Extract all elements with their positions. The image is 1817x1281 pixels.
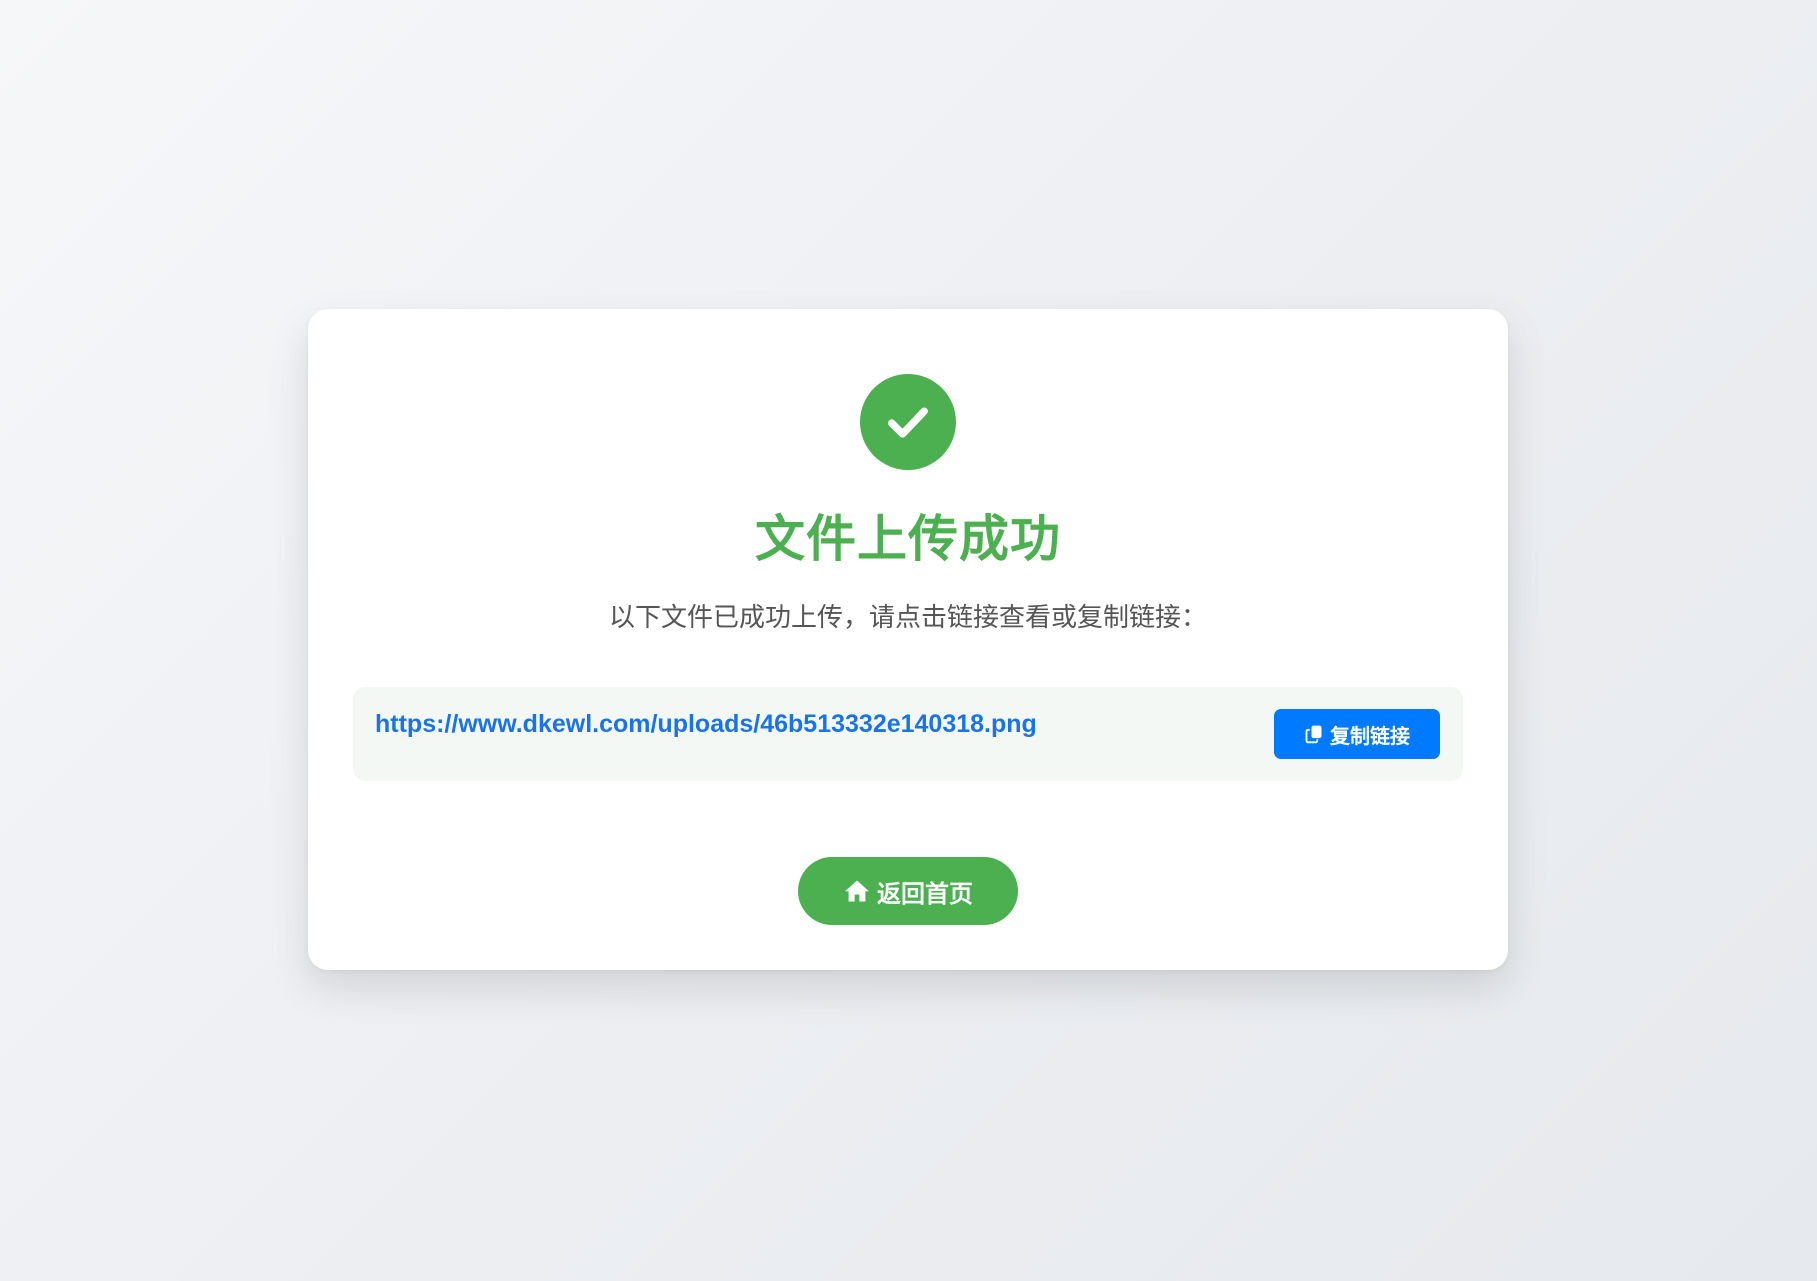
home-icon bbox=[845, 880, 869, 902]
back-home-button[interactable]: 返回首页 bbox=[798, 857, 1018, 925]
checkmark-icon bbox=[888, 407, 928, 438]
back-home-label: 返回首页 bbox=[877, 879, 973, 908]
copy-icon bbox=[1305, 725, 1322, 744]
copy-link-button[interactable]: 复制链接 bbox=[1274, 709, 1440, 759]
copy-link-label: 复制链接 bbox=[1330, 723, 1410, 748]
upload-success-card: 文件上传成功 以下文件已成功上传，请点击链接查看或复制链接： https://w… bbox=[308, 309, 1508, 970]
file-link-box: https://www.dkewl.com/uploads/46b513332e… bbox=[353, 687, 1463, 781]
page-subtitle: 以下文件已成功上传，请点击链接查看或复制链接： bbox=[608, 603, 1207, 633]
uploaded-file-link[interactable]: https://www.dkewl.com/uploads/46b513332e… bbox=[375, 712, 1037, 737]
check-circle-icon bbox=[860, 374, 956, 470]
page-title: 文件上传成功 bbox=[755, 510, 1061, 568]
